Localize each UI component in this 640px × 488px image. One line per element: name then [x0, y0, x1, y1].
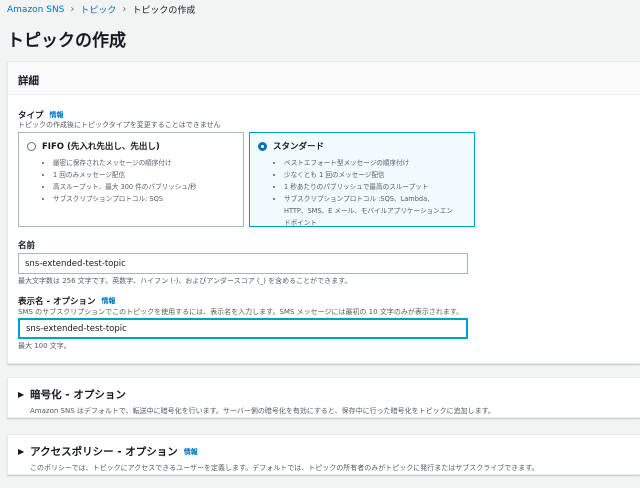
chevron-right-icon: › — [70, 4, 75, 15]
chevron-right-icon: › — [122, 4, 127, 15]
list-item-text: ドポイント — [284, 219, 317, 227]
type-option-standard[interactable]: スタンダード ベストエフォート型メッセージの順序付け 少なくとも 1 回のメッセ… — [249, 132, 475, 227]
details-header: 詳細 — [8, 62, 640, 95]
standard-title: スタンダード — [273, 142, 325, 152]
encryption-description: Amazon SNS はデフォルトで、転送中に暗号化を行います。サーバー側の暗号… — [30, 407, 495, 415]
list-item: 少なくとも 1 回のメッセージ配信 — [284, 169, 466, 181]
list-item-text: HTTP、SMS、E メール、モバイルアプリケーションエン — [284, 207, 453, 215]
display-name-hint: 最大 100 文字。 — [18, 342, 71, 350]
display-name-description: SMS のサブスクリプションでこのトピックを使用するには、表示名を入力します。S… — [18, 308, 464, 316]
standard-radio[interactable] — [258, 141, 267, 151]
access-policy-description: このポリシーでは、トピックにアクセスできるユーザーを定義します。デフォルトでは、… — [30, 464, 539, 472]
type-info-link[interactable]: 情報 — [50, 110, 64, 120]
type-option-fifo[interactable]: FIFO (先入れ先出し、先出し) 厳密に保存されたメッセージの順序付け 1 回… — [18, 132, 244, 227]
list-item: サブスクリプションプロトコル :SQS、Lambda、 HTTP、SMS、E メ… — [284, 193, 466, 229]
fifo-radio[interactable] — [27, 141, 36, 151]
display-name-input[interactable]: sns-extended-test-topic — [18, 318, 468, 339]
standard-bullets: ベストエフォート型メッセージの順序付け 少なくとも 1 回のメッセージ配信 1 … — [284, 157, 466, 229]
list-item: 1 回のみメッセージ配信 — [53, 169, 235, 181]
fifo-bullets: 厳密に保存されたメッセージの順序付け 1 回のみメッセージ配信 高スループット、… — [53, 157, 235, 205]
display-name-info-link[interactable]: 情報 — [101, 296, 115, 306]
access-policy-panel[interactable]: ▶ アクセスポリシー - オプション 情報 このポリシーでは、トピックにアクセス… — [7, 434, 640, 475]
breadcrumb-link-sns[interactable]: Amazon SNS — [7, 5, 64, 15]
encryption-title[interactable]: 暗号化 - オプション — [30, 387, 126, 402]
access-policy-title[interactable]: アクセスポリシー - オプション — [30, 444, 178, 459]
list-item: 高スループット、最大 300 件のパブリッシュ/秒 — [53, 181, 235, 193]
caret-right-icon[interactable]: ▶ — [18, 390, 24, 399]
name-hint: 最大文字数は 256 文字です。英数字、ハイフン (-)、およびアンダースコア … — [18, 277, 352, 285]
list-item-text: サブスクリプションプロトコル :SQS、Lambda、 — [284, 195, 434, 203]
breadcrumb-current: トピックの作成 — [132, 6, 196, 16]
type-description: トピックの作成後にトピックタイプを変更することはできません — [18, 121, 221, 129]
breadcrumb: Amazon SNS › トピック › トピックの作成 — [7, 3, 195, 16]
fifo-title: FIFO (先入れ先出し、先出し) — [42, 142, 160, 152]
name-input[interactable]: sns-extended-test-topic — [18, 253, 468, 274]
encryption-panel[interactable]: ▶ 暗号化 - オプション Amazon SNS はデフォルトで、転送中に暗号化… — [7, 377, 640, 418]
name-label: 名前 — [18, 241, 36, 251]
list-item: ベストエフォート型メッセージの順序付け — [284, 157, 466, 169]
display-name-label: 表示名 - オプション — [18, 297, 96, 307]
access-policy-info-link[interactable]: 情報 — [184, 447, 198, 457]
display-name-label-row: 表示名 - オプション 情報 — [18, 295, 115, 307]
list-item: サブスクリプションプロトコル: SQS — [53, 193, 235, 205]
caret-right-icon[interactable]: ▶ — [18, 447, 24, 456]
list-item: 厳密に保存されたメッセージの順序付け — [53, 157, 235, 169]
name-label-row: 名前 — [18, 239, 35, 251]
breadcrumb-link-topics[interactable]: トピック — [80, 3, 116, 16]
list-item: 1 秒あたりのパブリッシュで最高のスループット — [284, 181, 466, 193]
details-panel: 詳細 タイプ 情報 トピックの作成後にトピックタイプを変更することはできません … — [7, 61, 640, 364]
page-title: トピックの作成 — [7, 31, 126, 51]
